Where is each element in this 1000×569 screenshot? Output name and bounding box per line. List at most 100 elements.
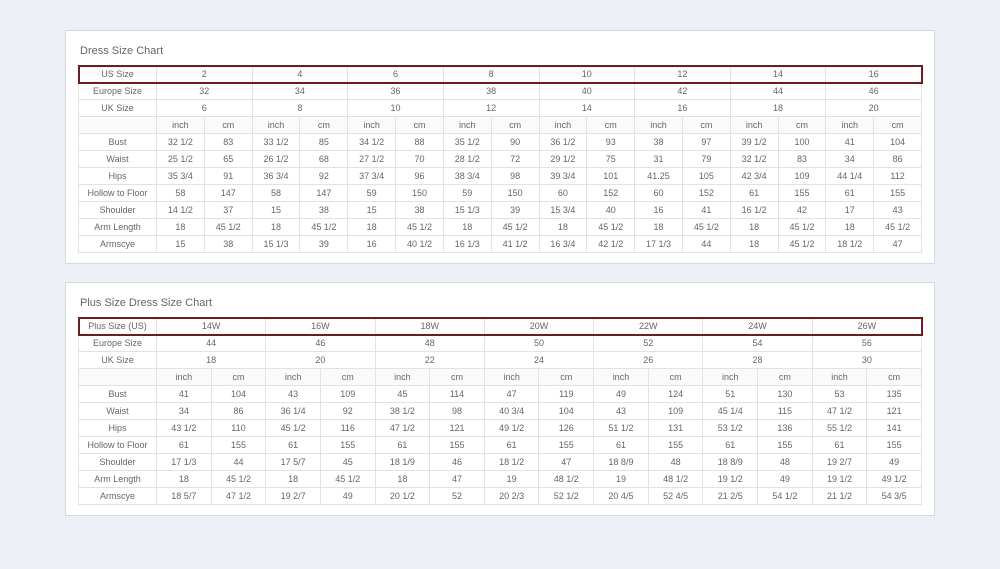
value-cm: 152: [682, 185, 730, 202]
value-cm: 79: [682, 151, 730, 168]
value-inch: 53: [812, 386, 867, 403]
size-cell: 6: [157, 100, 253, 117]
value-inch: 18 1/9: [375, 454, 430, 471]
row-label: Armscye: [79, 488, 157, 505]
chart2-table: Plus Size (US)14W16W18W20W22W24W26WEurop…: [78, 317, 922, 505]
value-inch: 18 8/9: [594, 454, 649, 471]
value-cm: 40 1/2: [396, 236, 444, 253]
unit-cm: cm: [874, 117, 922, 134]
value-cm: 45 1/2: [211, 471, 266, 488]
value-inch: 28 1/2: [443, 151, 491, 168]
value-inch: 41: [157, 386, 212, 403]
row-label: Europe Size: [79, 335, 157, 352]
value-cm: 131: [648, 420, 703, 437]
value-inch: 61: [594, 437, 649, 454]
value-cm: 104: [539, 403, 594, 420]
value-cm: 152: [587, 185, 635, 202]
value-inch: 61: [375, 437, 430, 454]
value-cm: 45 1/2: [320, 471, 375, 488]
unit-cm: cm: [491, 117, 539, 134]
value-inch: 17 5/7: [266, 454, 321, 471]
value-inch: 36 1/4: [266, 403, 321, 420]
value-inch: 17 1/3: [157, 454, 212, 471]
unit-inch: inch: [266, 369, 321, 386]
row-label: Arm Length: [79, 219, 157, 236]
value-inch: 58: [157, 185, 205, 202]
value-inch: 18: [730, 236, 778, 253]
value-cm: 101: [587, 168, 635, 185]
value-inch: 47: [484, 386, 539, 403]
value-cm: 83: [778, 151, 826, 168]
measure-row: Hips35 3/49136 3/49237 3/49638 3/49839 3…: [79, 168, 922, 185]
size-cell: 40: [539, 83, 635, 100]
value-inch: 27 1/2: [348, 151, 396, 168]
value-cm: 38: [204, 236, 252, 253]
value-inch: 43 1/2: [157, 420, 212, 437]
value-inch: 59: [348, 185, 396, 202]
value-cm: 126: [539, 420, 594, 437]
value-inch: 47 1/2: [812, 403, 867, 420]
value-inch: 59: [443, 185, 491, 202]
value-inch: 15: [348, 202, 396, 219]
value-cm: 147: [204, 185, 252, 202]
value-inch: 31: [635, 151, 683, 168]
unit-cm: cm: [396, 117, 444, 134]
value-inch: 15 1/3: [443, 202, 491, 219]
value-cm: 48: [758, 454, 813, 471]
value-cm: 121: [430, 420, 485, 437]
value-cm: 42 1/2: [587, 236, 635, 253]
value-cm: 104: [211, 386, 266, 403]
value-cm: 90: [491, 134, 539, 151]
size-cell: 22: [375, 352, 484, 369]
value-cm: 39: [300, 236, 348, 253]
unit-cm: cm: [587, 117, 635, 134]
value-inch: 35 1/2: [443, 134, 491, 151]
value-inch: 19: [484, 471, 539, 488]
size-cell: 14: [730, 66, 826, 83]
value-inch: 18: [157, 471, 212, 488]
value-cm: 48 1/2: [648, 471, 703, 488]
value-inch: 43: [594, 403, 649, 420]
size-cell: 16: [635, 100, 731, 117]
row-label: Plus Size (US): [79, 318, 157, 335]
row-label: Hips: [79, 420, 157, 437]
value-cm: 83: [204, 134, 252, 151]
size-cell: 18: [730, 100, 826, 117]
size-cell: 12: [443, 100, 539, 117]
value-cm: 37: [204, 202, 252, 219]
value-cm: 45 1/2: [778, 219, 826, 236]
size-cell: 26: [594, 352, 703, 369]
size-cell: 2: [157, 66, 253, 83]
value-cm: 155: [211, 437, 266, 454]
value-cm: 43: [874, 202, 922, 219]
plus-size-chart-card: Plus Size Dress Size Chart Plus Size (US…: [65, 282, 935, 516]
chart2-title: Plus Size Dress Size Chart: [78, 293, 922, 317]
size-row: US Size246810121416: [79, 66, 922, 83]
value-inch: 33 1/2: [252, 134, 300, 151]
value-cm: 155: [867, 437, 922, 454]
value-cm: 49: [320, 488, 375, 505]
value-inch: 61: [730, 185, 778, 202]
size-cell: 6: [348, 66, 444, 83]
unit-inch: inch: [594, 369, 649, 386]
value-inch: 60: [635, 185, 683, 202]
unit-inch: inch: [539, 117, 587, 134]
value-inch: 42 3/4: [730, 168, 778, 185]
unit-cm: cm: [758, 369, 813, 386]
value-cm: 114: [430, 386, 485, 403]
value-inch: 61: [812, 437, 867, 454]
value-cm: 150: [491, 185, 539, 202]
row-label: UK Size: [79, 352, 157, 369]
row-label: Hollow to Floor: [79, 437, 157, 454]
value-inch: 60: [539, 185, 587, 202]
value-cm: 45 1/2: [778, 236, 826, 253]
unit-cm: cm: [211, 369, 266, 386]
value-inch: 18 1/2: [484, 454, 539, 471]
size-cell: 46: [826, 83, 922, 100]
value-cm: 155: [320, 437, 375, 454]
row-label: Armscye: [79, 236, 157, 253]
value-cm: 44: [211, 454, 266, 471]
value-inch: 17: [826, 202, 874, 219]
value-cm: 96: [396, 168, 444, 185]
value-inch: 39 3/4: [539, 168, 587, 185]
